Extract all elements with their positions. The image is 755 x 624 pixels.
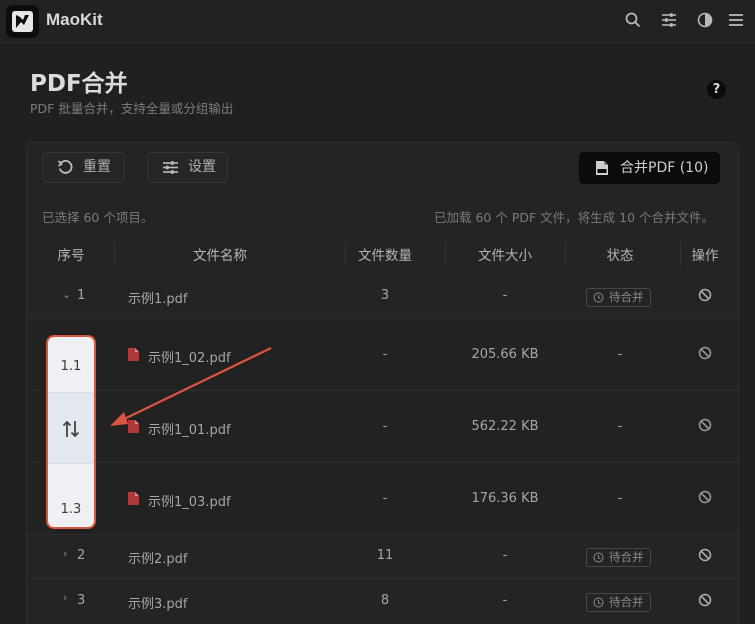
- file-count: 3: [380, 288, 390, 303]
- pdf-file-icon: [596, 161, 608, 175]
- disable-icon[interactable]: [698, 418, 712, 432]
- disable-icon[interactable]: [698, 548, 712, 562]
- file-size: -: [502, 593, 508, 608]
- summary-info: 已加载 60 个 PDF 文件，将生成 10 个合并文件。: [433, 210, 714, 225]
- disable-icon[interactable]: [698, 346, 712, 360]
- pdf-file-icon: [128, 492, 139, 505]
- merge-pdf-label: 合并PDF (10): [620, 160, 709, 176]
- search-icon[interactable]: [624, 11, 642, 29]
- reset-icon: [57, 160, 73, 174]
- status-badge: 待合并: [586, 548, 651, 567]
- file-size: -: [502, 288, 508, 303]
- adjust-icon[interactable]: [660, 11, 678, 29]
- disable-icon[interactable]: [698, 593, 712, 607]
- column-divider[interactable]: [445, 241, 446, 265]
- column-header-index[interactable]: 序号: [58, 244, 85, 264]
- file-count: 8: [380, 593, 390, 608]
- column-divider[interactable]: [565, 241, 566, 265]
- row-index: 1.3: [60, 502, 82, 517]
- file-count: -: [382, 491, 388, 506]
- chevron-down-icon[interactable]: ⌄: [62, 288, 71, 301]
- clock-icon: [593, 292, 604, 303]
- theme-toggle-icon[interactable]: [696, 11, 714, 29]
- settings-button[interactable]: 设置: [147, 152, 228, 183]
- column-header-name[interactable]: 文件名称: [193, 244, 247, 264]
- column-divider[interactable]: [345, 241, 346, 265]
- column-divider[interactable]: [680, 241, 681, 265]
- table-row[interactable]: › 2 示例2.pdf 11 - 待合并: [27, 535, 738, 579]
- status-label: 待合并: [609, 595, 644, 609]
- row-index: 3: [77, 593, 86, 608]
- selection-info: 已选择 60 个项目。: [42, 210, 154, 225]
- chevron-right-icon[interactable]: ›: [63, 547, 67, 560]
- disable-icon[interactable]: [698, 288, 712, 302]
- status-badge: 待合并: [586, 288, 651, 307]
- column-divider[interactable]: [114, 241, 115, 265]
- chevron-right-icon[interactable]: ›: [63, 591, 67, 604]
- status-label: 待合并: [609, 550, 644, 564]
- merge-pdf-button[interactable]: 合并PDF (10): [579, 152, 720, 184]
- table-row[interactable]: ⌄ 1 示例1.pdf 3 - 待合并: [27, 275, 738, 319]
- row-index: 2: [77, 548, 86, 563]
- file-size: 205.66 KB: [471, 347, 539, 362]
- file-count: 11: [376, 548, 394, 563]
- drag-row-highlight: [48, 392, 94, 464]
- clock-icon: [593, 552, 604, 563]
- menu-icon[interactable]: [727, 11, 745, 29]
- file-count: -: [382, 419, 388, 434]
- sliders-icon: [163, 161, 178, 174]
- status-badge: 待合并: [586, 593, 651, 612]
- status-label: 待合并: [609, 290, 644, 304]
- maokit-logo: [6, 5, 39, 38]
- table-header: 序号 文件名称 文件数量 文件大小 状态 操作: [27, 237, 738, 269]
- file-size: 562.22 KB: [471, 419, 539, 434]
- table-row[interactable]: › 3 示例3.pdf 8 - 待合并: [27, 579, 738, 624]
- column-header-status[interactable]: 状态: [607, 244, 634, 264]
- page-subtitle: PDF 批量合并，支持全量或分组输出: [30, 101, 234, 116]
- column-header-size[interactable]: 文件大小: [478, 244, 532, 264]
- file-size: -: [502, 548, 508, 563]
- help-icon[interactable]: ?: [707, 80, 726, 99]
- drag-sort-icon[interactable]: [62, 419, 80, 439]
- row-index: 1: [77, 288, 86, 303]
- reset-label: 重置: [83, 159, 111, 175]
- status-text: -: [617, 347, 623, 362]
- annotation-arrow-icon: [110, 347, 272, 426]
- app-title: MaoKit: [46, 10, 103, 29]
- file-name: 示例1_03.pdf: [148, 495, 231, 510]
- row-index: 1.1: [60, 359, 82, 374]
- disable-icon[interactable]: [698, 490, 712, 504]
- file-name: 示例1.pdf: [128, 292, 188, 307]
- file-count: -: [382, 347, 388, 362]
- top-bar: MaoKit: [0, 0, 755, 43]
- file-name: 示例2.pdf: [128, 552, 188, 567]
- column-header-action[interactable]: 操作: [692, 244, 719, 264]
- page-title: PDF合并: [30, 71, 128, 97]
- file-size: 176.36 KB: [471, 491, 539, 506]
- settings-label: 设置: [188, 159, 216, 175]
- clock-icon: [593, 597, 604, 608]
- file-name: 示例3.pdf: [128, 597, 188, 612]
- status-text: -: [617, 419, 623, 434]
- reset-button[interactable]: 重置: [42, 152, 125, 183]
- sort-index-column: 1.1 1.3: [46, 335, 96, 529]
- table-row[interactable]: 示例1_03.pdf - 176.36 KB -: [27, 463, 738, 535]
- column-header-count[interactable]: 文件数量: [358, 244, 412, 264]
- status-text: -: [617, 491, 623, 506]
